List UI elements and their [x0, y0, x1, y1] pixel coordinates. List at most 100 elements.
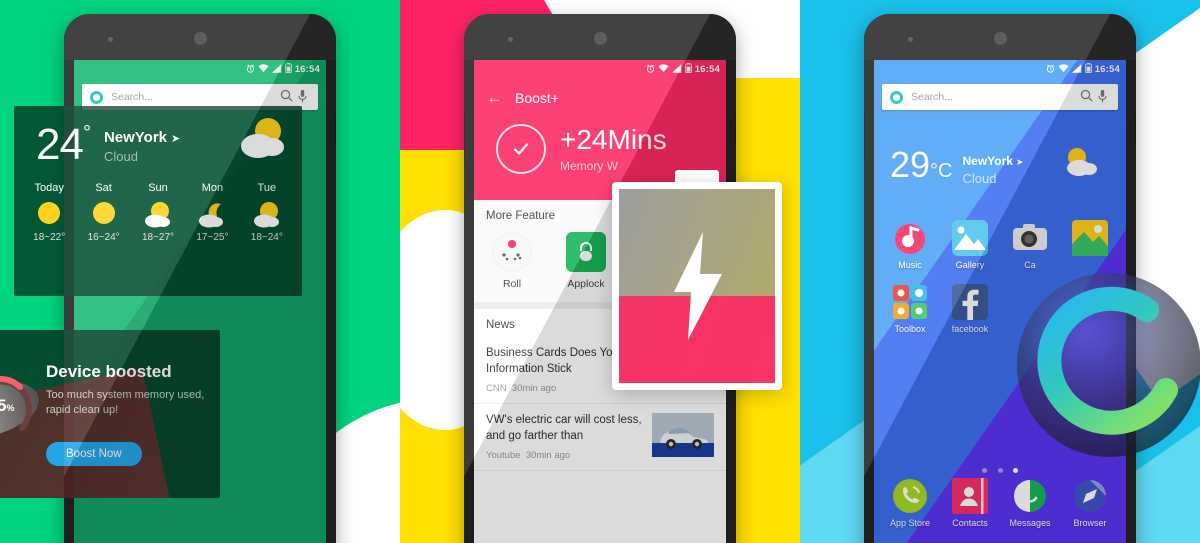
power-button[interactable]	[735, 114, 736, 148]
sun-icon	[32, 200, 66, 228]
app-music[interactable]: Music	[880, 220, 940, 270]
dock-messages[interactable]: Messages	[1000, 478, 1060, 528]
search-input[interactable]: Search...	[911, 91, 1078, 103]
status-bar-1: 16:54	[74, 60, 326, 78]
wifi-icon	[658, 63, 669, 75]
forecast-day-name: Today	[34, 181, 64, 194]
battery-icon	[1084, 63, 1092, 75]
location-arrow-icon: ➤	[171, 133, 181, 145]
power-button[interactable]	[335, 114, 336, 148]
toolbox-grid-icon	[892, 284, 928, 320]
moon-cloud-icon	[195, 200, 229, 228]
app-label: Music	[898, 260, 922, 270]
wifi-icon	[1058, 63, 1069, 75]
boost-card-subtitle: Too much system memory used, rapid clean…	[46, 389, 205, 416]
temperature-unit: °C	[930, 160, 953, 182]
forecast-day[interactable]: Sat 16~24°	[76, 182, 130, 243]
screenshot-stage: 16:54 Search... 24° NewYork ➤ Cloud Toda…	[0, 0, 1200, 543]
forecast-day-name: Tue	[257, 181, 277, 194]
page-indicator-dots	[874, 460, 1126, 478]
dock-app-store[interactable]: App Store	[880, 478, 940, 528]
news-list-item[interactable]: VW's electric car will cost less, and go…	[474, 404, 726, 472]
app-facebook[interactable]: facebook	[940, 284, 1000, 334]
weather-forecast-row: Today 18~22° Sat 16~24° Sun 18~27° Mon 1…	[14, 182, 302, 243]
feature-applock[interactable]: Applock	[560, 232, 612, 290]
news-meta: Youtube 30min ago	[486, 450, 571, 462]
earpiece-speaker-icon	[594, 32, 607, 45]
weather-widget-3[interactable]: 29°C NewYork ➤ Cloud	[890, 144, 1110, 186]
sun-cloud-icon	[141, 200, 175, 228]
forecast-day[interactable]: Tue 18~24°	[240, 182, 294, 243]
electric-car-thumb	[652, 413, 714, 458]
battery-inner	[619, 189, 775, 383]
feature-label: Applock	[567, 278, 605, 290]
volume-button[interactable]	[864, 110, 865, 164]
forecast-range: 18~24°	[250, 231, 283, 243]
page-dot-active[interactable]	[1012, 468, 1018, 473]
app-camera[interactable]: Ca	[1000, 220, 1060, 270]
weather-condition: Cloud	[962, 171, 997, 186]
assistant-ring-icon	[890, 90, 903, 104]
status-bar-3: 16:54	[874, 60, 1126, 78]
gallery-mountain-icon	[952, 220, 988, 256]
app-gallery[interactable]: Gallery	[940, 220, 1000, 270]
app-toolbox[interactable]: Toolbox	[880, 284, 940, 334]
contacts-person-icon	[952, 478, 988, 514]
app-label: Contacts	[952, 518, 988, 528]
power-button[interactable]	[1135, 114, 1136, 148]
photos-icon	[1072, 220, 1108, 256]
weather-condition: Cloud	[103, 149, 138, 164]
phone-bezel-top	[864, 14, 1136, 60]
search-icon[interactable]	[278, 89, 294, 105]
dock-row: App Store Contacts Messages Browser	[874, 478, 1126, 528]
alarm-icon	[246, 64, 255, 75]
weather-temperature: 24°	[36, 120, 91, 169]
dock-contacts[interactable]: Contacts	[940, 478, 1000, 528]
back-arrow-icon[interactable]: ←	[486, 88, 503, 108]
feature-roll[interactable]: Roll	[486, 232, 538, 290]
music-note-icon	[892, 220, 928, 256]
app-bar-2: ← Boost+	[474, 78, 726, 108]
battery-icon	[684, 63, 692, 75]
forecast-day[interactable]: Today 18~22°	[22, 182, 76, 243]
app-photos[interactable]	[1060, 220, 1120, 270]
check-circle-icon	[496, 124, 546, 174]
front-camera-icon	[508, 37, 513, 42]
forecast-range: 17~25°	[196, 231, 229, 243]
microphone-icon[interactable]	[294, 89, 310, 106]
forecast-day[interactable]: Mon 17~25°	[185, 182, 239, 243]
status-time: 16:54	[694, 63, 720, 75]
weather-widget-1[interactable]: 24° NewYork ➤ Cloud Today 18~22° Sat 16~…	[14, 106, 302, 296]
page-dot[interactable]	[997, 468, 1003, 473]
boost-now-button[interactable]: Boost Now	[46, 442, 142, 466]
search-bar-3[interactable]: Search...	[882, 84, 1118, 110]
forecast-range: 18~22°	[33, 231, 66, 243]
app-title: Boost+	[515, 90, 559, 106]
lock-icon	[566, 232, 606, 272]
facebook-icon	[952, 284, 988, 320]
signal-icon	[671, 63, 682, 75]
forecast-day-name: Mon	[201, 181, 224, 194]
boost-card-text: Device boosted Too much system memory us…	[46, 362, 206, 418]
page-dot[interactable]	[982, 468, 988, 473]
alarm-icon	[646, 64, 655, 75]
roll-dice-icon	[492, 232, 532, 272]
sun-behind-cloud-icon	[1062, 146, 1100, 178]
phone-bezel-top	[64, 14, 336, 60]
panel-home-weather-boost: 16:54 Search... 24° NewYork ➤ Cloud Toda…	[0, 0, 400, 543]
forecast-day[interactable]: Sun 18~27°	[131, 182, 185, 243]
weather-temperature: 29°C	[890, 144, 953, 185]
weather-city: NewYork	[962, 154, 1013, 168]
search-input[interactable]: Search...	[111, 91, 278, 103]
signal-icon	[271, 63, 282, 75]
search-icon[interactable]	[1078, 89, 1094, 105]
app-row-1: Music Gallery Ca	[874, 220, 1126, 270]
earpiece-speaker-icon	[994, 32, 1007, 45]
boost-result-text: +24Mins Memory W	[560, 125, 667, 173]
app-label: Toolbox	[894, 324, 926, 334]
weather-location: NewYork ➤ Cloud	[104, 129, 180, 164]
volume-button[interactable]	[464, 110, 465, 164]
dock-browser[interactable]: Browser	[1060, 478, 1120, 528]
signal-icon	[1071, 63, 1082, 75]
microphone-icon[interactable]	[1094, 89, 1110, 106]
